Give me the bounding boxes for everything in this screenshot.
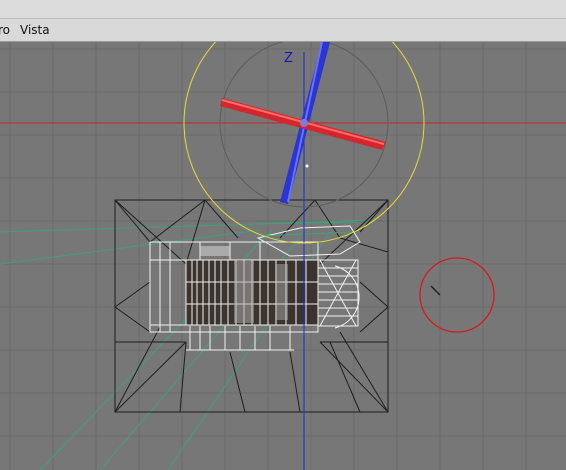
title-bar <box>0 0 566 19</box>
menu-item-vista[interactable]: Vista <box>14 19 56 41</box>
menu-bar: ro Vista <box>0 19 566 42</box>
viewport-grid <box>0 42 566 470</box>
app-window: ro Vista Z <box>0 0 566 470</box>
z-axis-label: Z <box>284 51 293 66</box>
guide-lines <box>0 219 371 470</box>
menu-item-ro[interactable]: ro <box>0 19 14 41</box>
3d-viewport[interactable]: Z <box>0 42 566 470</box>
